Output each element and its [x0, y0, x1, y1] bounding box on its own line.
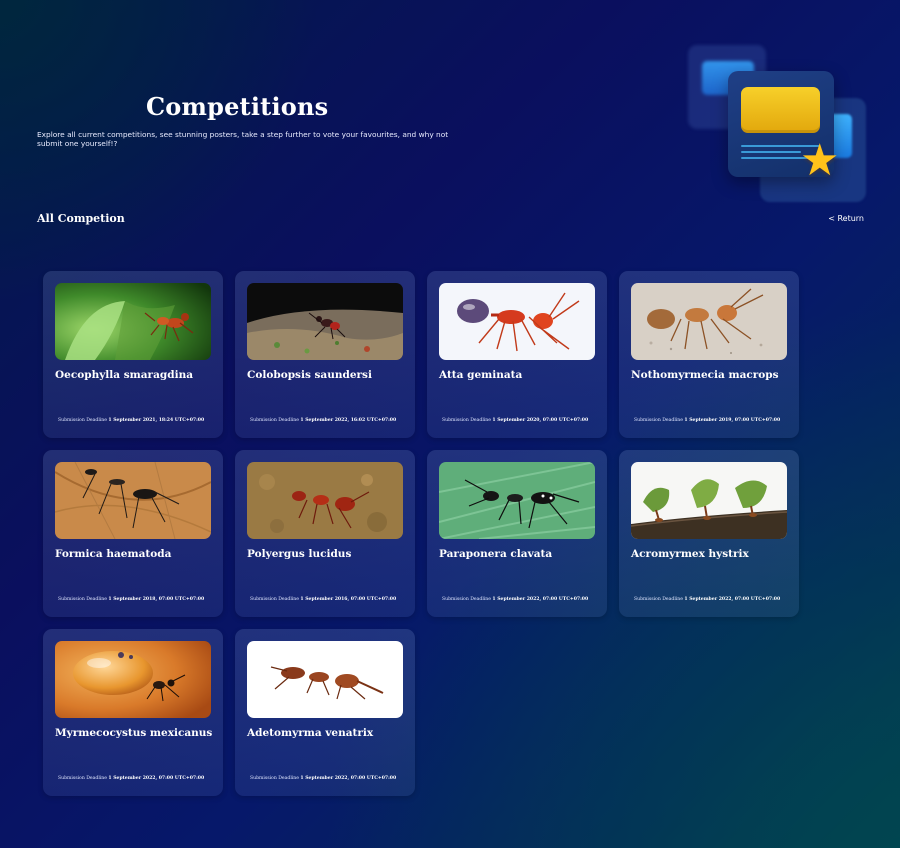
star-icon: ★	[800, 135, 840, 186]
competition-card[interactable]: Myrmecocystus mexicanus Submission Deadl…	[43, 629, 223, 796]
competition-card[interactable]: Nothomyrmecia macrops Submission Deadlin…	[619, 271, 799, 438]
submission-deadline: Submission Deadline 1 September 2021, 18…	[58, 418, 205, 423]
competition-thumbnail	[55, 641, 211, 718]
submission-deadline: Submission Deadline 1 September 2022, 07…	[442, 597, 589, 602]
return-link[interactable]: < Return	[828, 214, 864, 223]
competition-card[interactable]: Colobopsis saundersi Submission Deadline…	[235, 271, 415, 438]
competition-thumbnail	[631, 283, 787, 360]
competition-thumbnail	[247, 283, 403, 360]
submission-deadline: Submission Deadline 1 September 2018, 07…	[58, 597, 205, 602]
submission-deadline: Submission Deadline 1 September 2022, 07…	[250, 776, 397, 781]
competition-name: Myrmecocystus mexicanus	[55, 727, 213, 739]
competition-thumbnail	[247, 641, 403, 718]
competition-thumbnail	[439, 283, 595, 360]
competition-name: Nothomyrmecia macrops	[631, 369, 779, 381]
submission-deadline: Submission Deadline 1 September 2022, 16…	[250, 418, 397, 423]
page-title: Competitions	[146, 92, 329, 121]
submission-deadline: Submission Deadline 1 September 2019, 07…	[634, 418, 781, 423]
competition-hero-illustration: ★	[680, 40, 880, 210]
competition-name: Formica haematoda	[55, 548, 172, 560]
competition-card[interactable]: Formica haematoda Submission Deadline 1 …	[43, 450, 223, 617]
competition-thumbnail	[55, 462, 211, 539]
submission-deadline: Submission Deadline 1 September 2016, 07…	[250, 597, 397, 602]
competition-name: Oecophylla smaragdina	[55, 369, 194, 381]
competition-card[interactable]: Acromyrmex hystrix Submission Deadline 1…	[619, 450, 799, 617]
competition-name: Acromyrmex hystrix	[631, 548, 749, 560]
competition-name: Colobopsis saundersi	[247, 369, 372, 381]
competition-card[interactable]: Oecophylla smaragdina Submission Deadlin…	[43, 271, 223, 438]
submission-deadline: Submission Deadline 1 September 2022, 07…	[634, 597, 781, 602]
competition-name: Paraponera clavata	[439, 548, 553, 560]
submission-deadline: Submission Deadline 1 September 2020, 07…	[442, 418, 589, 423]
competition-card[interactable]: Atta geminata Submission Deadline 1 Sept…	[427, 271, 607, 438]
competition-name: Adetomyrma venatrix	[247, 727, 374, 739]
section-title: All Competion	[37, 212, 125, 225]
competition-card[interactable]: Adetomyrma venatrix Submission Deadline …	[235, 629, 415, 796]
page-subtitle: Explore all current competitions, see st…	[37, 130, 449, 148]
competition-card[interactable]: Paraponera clavata Submission Deadline 1…	[427, 450, 607, 617]
competition-thumbnail	[55, 283, 211, 360]
submission-deadline: Submission Deadline 1 September 2022, 07…	[58, 776, 205, 781]
competition-thumbnail	[439, 462, 595, 539]
competition-thumbnail	[631, 462, 787, 539]
competition-thumbnail	[247, 462, 403, 539]
competition-name: Polyergus lucidus	[247, 548, 352, 560]
competition-card[interactable]: Polyergus lucidus Submission Deadline 1 …	[235, 450, 415, 617]
competition-name: Atta geminata	[439, 369, 523, 381]
